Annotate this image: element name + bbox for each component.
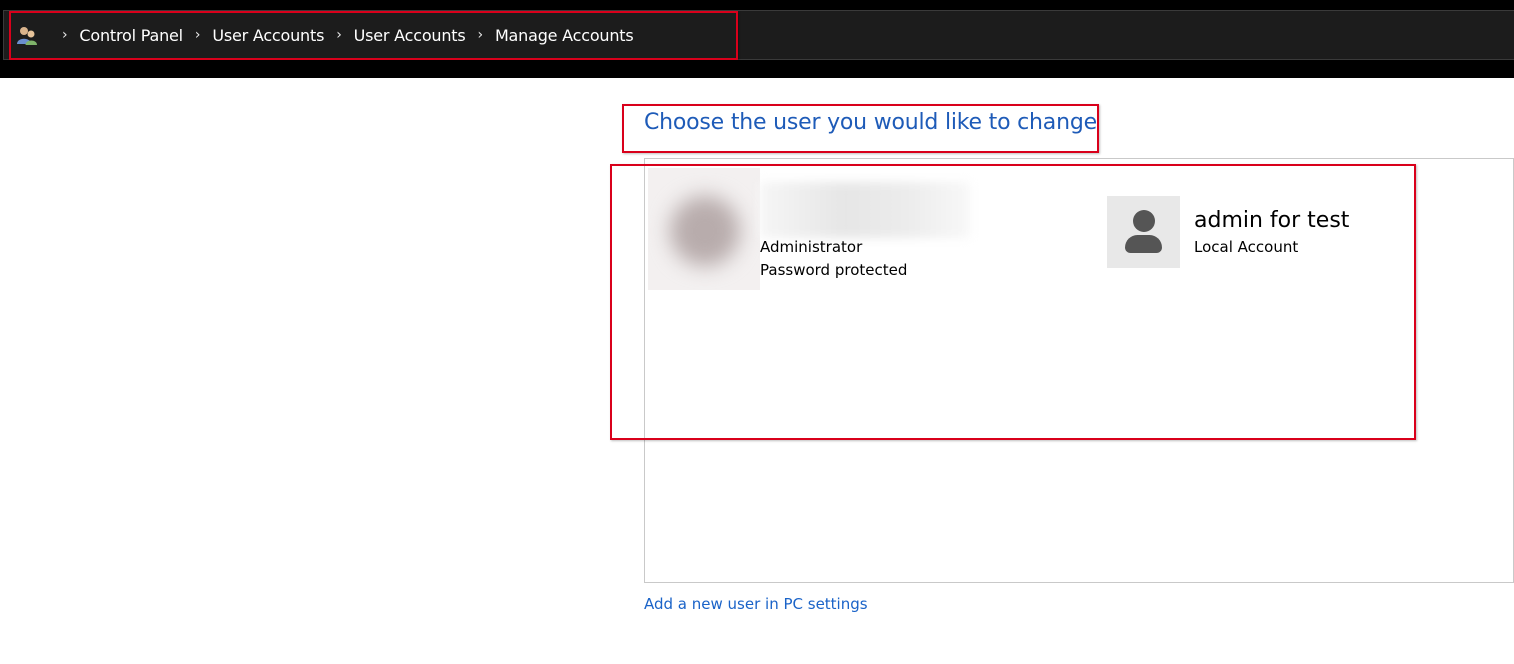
blurred-profile-picture [670, 196, 740, 266]
breadcrumb-separator[interactable]: › [62, 27, 68, 43]
breadcrumb: › Control Panel › User Accounts › User A… [16, 22, 634, 48]
account-avatar[interactable] [648, 168, 760, 290]
account-type[interactable]: Local Account [1194, 238, 1298, 256]
default-user-icon[interactable] [1107, 196, 1180, 268]
user-body-shape [1125, 235, 1162, 253]
page-title: Choose the user you would like to change [644, 110, 1097, 135]
breadcrumb-user-accounts-sub[interactable]: User Accounts [354, 26, 466, 45]
user-head-shape [1133, 210, 1155, 232]
account-name-redacted[interactable] [760, 182, 970, 238]
breadcrumb-separator[interactable]: › [336, 27, 342, 43]
breadcrumb-separator[interactable]: › [478, 27, 484, 43]
breadcrumb-manage-accounts[interactable]: Manage Accounts [495, 26, 634, 45]
add-new-user-link[interactable]: Add a new user in PC settings [644, 595, 868, 613]
users-icon[interactable] [16, 25, 40, 45]
breadcrumb-control-panel[interactable]: Control Panel [79, 26, 183, 45]
account-role[interactable]: Administrator [760, 238, 862, 256]
account-name[interactable]: admin for test [1194, 208, 1349, 233]
breadcrumb-separator[interactable]: › [195, 27, 201, 43]
account-status[interactable]: Password protected [760, 261, 907, 279]
breadcrumb-user-accounts[interactable]: User Accounts [212, 26, 324, 45]
